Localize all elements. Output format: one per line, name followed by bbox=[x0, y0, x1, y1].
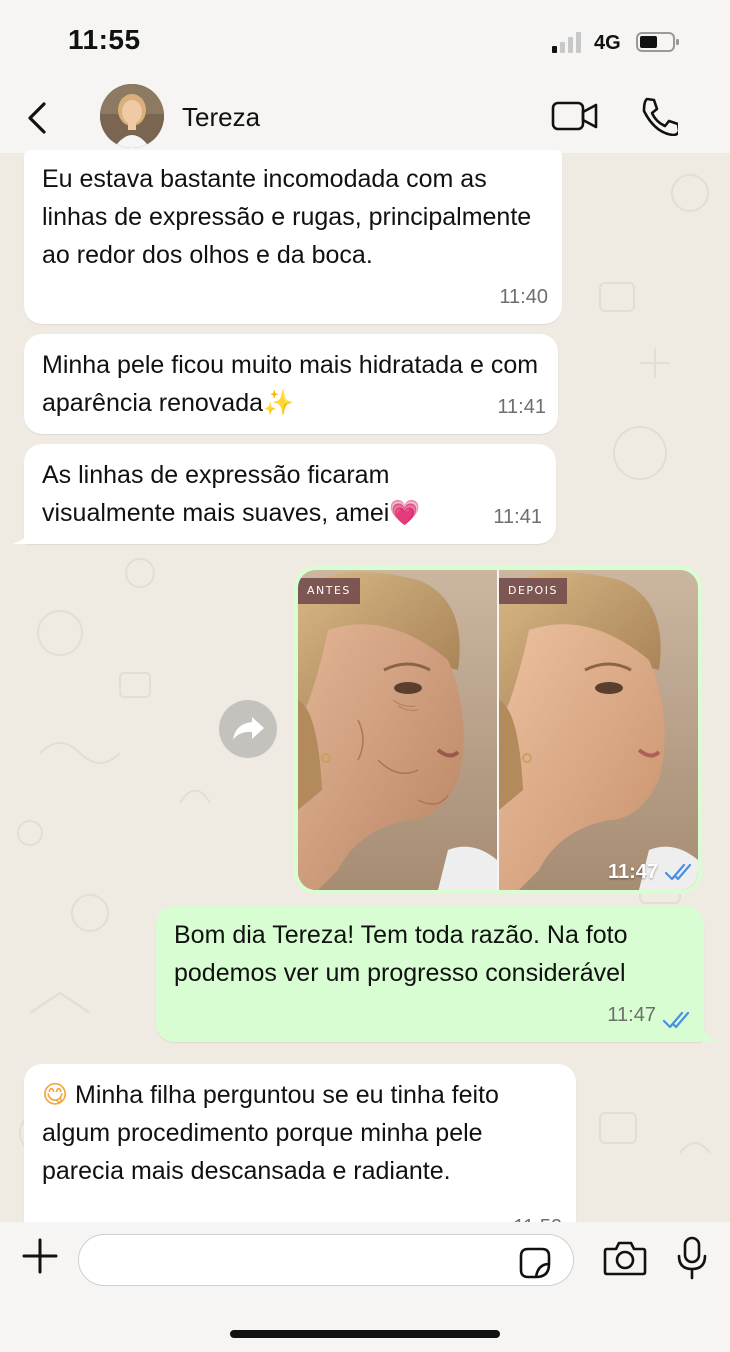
message-bubble-incoming[interactable]: Eu estava bastante incomodada com as lin… bbox=[24, 150, 562, 324]
message-content: 😋 Minha filha perguntou se eu tinha feit… bbox=[42, 1076, 564, 1190]
video-call-icon[interactable] bbox=[551, 98, 599, 134]
phone-icon[interactable] bbox=[638, 96, 678, 136]
double-check-icon bbox=[664, 863, 692, 881]
message-content: As linhas de expressão ficaram visualmen… bbox=[42, 456, 502, 532]
forward-button[interactable] bbox=[219, 700, 277, 758]
bubble-tail bbox=[12, 528, 34, 544]
message-time: 11:47 bbox=[607, 1004, 656, 1026]
message-bubble-incoming[interactable]: Minha pele ficou muito mais hidratada e … bbox=[24, 334, 558, 434]
message-bubble-outgoing[interactable]: Bom dia Tereza! Tem toda razão. Na foto … bbox=[156, 906, 704, 1042]
message-input[interactable] bbox=[78, 1234, 574, 1286]
sticker-icon[interactable] bbox=[518, 1246, 552, 1280]
bubble-tail bbox=[700, 1024, 720, 1042]
status-bar: 11:55 4G bbox=[0, 0, 730, 80]
sparkles-emoji: ✨ bbox=[263, 388, 295, 417]
message-text: Eu estava bastante incomodada com as lin… bbox=[42, 165, 532, 269]
chat-header: Tereza bbox=[0, 80, 730, 153]
message-text: Minha filha perguntou se eu tinha feito … bbox=[42, 1081, 499, 1185]
message-bubble-incoming[interactable]: As linhas de expressão ficaram visualmen… bbox=[24, 444, 556, 544]
contact-name[interactable]: Tereza bbox=[182, 102, 260, 133]
home-indicator bbox=[230, 1330, 500, 1338]
input-bar bbox=[0, 1222, 730, 1352]
plus-icon[interactable] bbox=[20, 1236, 60, 1276]
double-check-icon bbox=[662, 1011, 690, 1029]
before-label: ANTES bbox=[298, 578, 360, 604]
battery-icon bbox=[636, 32, 679, 52]
heart-emoji: 💗 bbox=[389, 498, 421, 527]
message-time: 11:41 bbox=[497, 396, 546, 418]
message-time: 11:40 bbox=[499, 286, 548, 308]
yum-emoji: 😋 bbox=[42, 1080, 69, 1109]
mic-icon[interactable] bbox=[676, 1236, 708, 1280]
network-label: 4G bbox=[594, 32, 621, 54]
forward-icon bbox=[233, 717, 264, 740]
message-text: As linhas de expressão ficaram visualmen… bbox=[42, 461, 390, 527]
before-after-image[interactable]: ANTES DEPOIS bbox=[298, 570, 698, 890]
after-label: DEPOIS bbox=[499, 578, 567, 604]
avatar[interactable] bbox=[100, 84, 164, 148]
message-content: Minha pele ficou muito mais hidratada e … bbox=[42, 346, 552, 422]
signal-icon bbox=[552, 32, 581, 53]
status-time: 11:55 bbox=[68, 24, 141, 55]
camera-icon[interactable] bbox=[603, 1240, 647, 1276]
message-text: Bom dia Tereza! Tem toda razão. Na foto … bbox=[174, 921, 628, 987]
message-time: 11:41 bbox=[493, 506, 542, 528]
message-time: 11:47 bbox=[608, 861, 659, 883]
back-arrow-icon[interactable] bbox=[22, 98, 52, 138]
